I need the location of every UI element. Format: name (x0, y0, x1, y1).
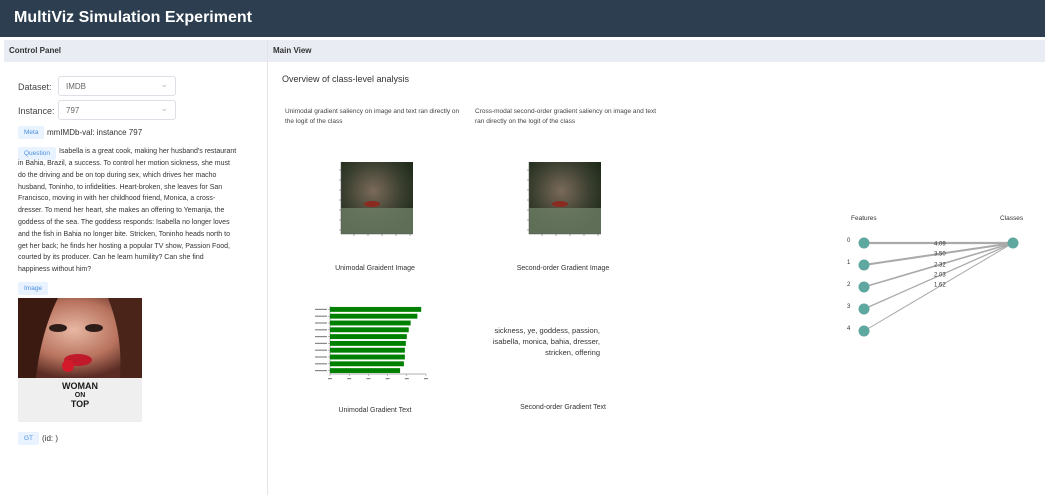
x-tick-label (366, 378, 371, 380)
bar (330, 368, 401, 374)
meta-text: mmIMDb-val: instance 797 (47, 128, 143, 137)
unimodal-image-caption: Unimodal Graident Image (335, 265, 415, 272)
feature-node[interactable] (858, 259, 870, 271)
x-tick-label (424, 378, 428, 380)
question-line: dresser. To mend her heart, she makes an… (18, 207, 225, 215)
question-line: Francisco, moving in with her childhood … (18, 195, 216, 203)
secondorder-words: sickness, ye, goddess, passion, isabella… (456, 325, 600, 358)
question-line: in Bahia, Brazil, a success. To control … (18, 160, 230, 167)
bar (330, 320, 411, 326)
secondorder-text-caption: Second-order Gradient Text (520, 404, 606, 411)
feature-label: 4 (847, 326, 851, 332)
feature-node[interactable] (858, 325, 870, 337)
app-title: MultiViz Simulation Experiment (14, 9, 252, 26)
main-view: Main View Overview of class-level analys… (268, 40, 1045, 495)
bar (330, 306, 422, 312)
dataset-value: IMDB (66, 82, 86, 91)
y-tick-label (315, 336, 327, 338)
instance-value: 797 (66, 106, 80, 115)
control-panel: Control Panel Dataset: IMDB ⌄ Instance: … (4, 40, 268, 495)
question-line: happiness without him? (18, 266, 92, 274)
instance-label: Instance: (18, 106, 55, 116)
secondorder-word-line: isabella, monica, bahia, dresser, (492, 337, 600, 346)
dataset-label: Dataset: (18, 82, 52, 92)
question-text: in Bahia, Brazil, a success. To control … (18, 158, 264, 276)
dataset-select[interactable]: IMDB ⌄ (58, 76, 176, 96)
features-label: Features (851, 215, 877, 222)
bar (330, 354, 405, 360)
edge-weight-label: 2.03 (934, 273, 946, 279)
y-tick-label (315, 356, 327, 358)
question-line: husband, Toninho, to infidelities. Heart… (18, 183, 223, 191)
feature-node[interactable] (858, 237, 870, 249)
bar-chart-svg (315, 306, 428, 380)
y-tick-label (315, 363, 327, 365)
unimodal-gradient-image (334, 160, 416, 242)
chevron-down-icon: ⌄ (160, 103, 168, 113)
edge-weight-label: 2.32 (934, 263, 946, 269)
feature-label: 0 (847, 238, 851, 244)
question-line: do the driving and be on top during sex,… (18, 171, 217, 179)
unimodal-text-caption: Unimodal Gradient Text (338, 407, 412, 414)
poster-title-line: WOMAN (62, 381, 98, 391)
gt-text: (id: ) (42, 434, 58, 443)
question-line: get her back; he finds her hosting a pop… (18, 242, 230, 250)
bar (330, 334, 407, 340)
feature-class-graph: 0 1 2 3 4 4.09 3.50 2.32 2.03 1.62 Features Class… (846, 212, 1036, 342)
y-tick-label (315, 342, 327, 344)
unimodal-text-bar-chart (312, 303, 432, 385)
bar (330, 313, 418, 319)
feature-node[interactable] (858, 303, 870, 315)
instance-select[interactable]: 797 ⌄ (58, 100, 176, 120)
graph-svg: 0 1 2 3 4 4.09 3.50 2.32 2.03 1.62 (847, 237, 1019, 337)
question-line: courted by its producer. Can he learn hu… (18, 254, 204, 262)
question-line: goddess of the sea. The goddess responds… (18, 218, 230, 226)
edge-weight-label: 3.50 (934, 252, 946, 258)
y-tick-label (315, 322, 327, 324)
x-tick-label (385, 378, 390, 380)
edge-weight-label: 4.09 (934, 242, 946, 248)
y-tick-label (315, 370, 327, 372)
question-line: and the fish in Bahia no longer bite. St… (18, 230, 230, 238)
chevron-down-icon: ⌄ (160, 79, 168, 89)
question-first-line: Isabella is a great cook, making her hus… (59, 148, 237, 155)
classes-label: Classes (1000, 215, 1024, 222)
poster-title-line: TOP (70, 399, 90, 409)
secondorder-word-line: stricken, offering (545, 348, 600, 357)
crossmodal-description: Cross-modal second-order gradient salien… (475, 108, 657, 125)
meta-tag: Meta (18, 126, 45, 139)
secondorder-image-caption: Second-order Gradient Image (516, 265, 610, 272)
movie-poster-image: WOMAN ON TOP (18, 298, 142, 422)
class-node[interactable] (1007, 237, 1019, 249)
edge-weight-label: 1.62 (934, 283, 946, 289)
poster-title: WOMAN ON TOP (18, 382, 142, 409)
image-tag: Image (18, 282, 49, 295)
y-tick-label (315, 315, 327, 317)
main-view-header: Main View (268, 40, 1045, 62)
bar (330, 340, 406, 346)
app-header: MultiViz Simulation Experiment (0, 0, 1045, 37)
feature-node[interactable] (858, 281, 870, 293)
main-view-title: Overview of class-level analysis (282, 74, 410, 84)
secondorder-gradient-image (522, 160, 604, 242)
bar (330, 361, 404, 367)
control-panel-header: Control Panel (4, 40, 267, 62)
bar (330, 347, 405, 353)
y-tick-label (315, 329, 327, 331)
x-tick-label (347, 378, 352, 380)
x-tick-label (328, 378, 332, 380)
feature-label: 2 (847, 282, 851, 288)
unimodal-description: Unimodal gradient saliency on image and … (285, 108, 460, 125)
x-tick-label (404, 378, 409, 380)
gt-tag: GT (18, 432, 40, 445)
feature-label: 3 (847, 304, 851, 310)
y-tick-label (315, 349, 327, 351)
feature-label: 1 (847, 260, 851, 266)
bar (330, 327, 409, 333)
y-tick-label (315, 308, 327, 310)
secondorder-word-line: sickness, ye, goddess, passion, (494, 326, 600, 335)
